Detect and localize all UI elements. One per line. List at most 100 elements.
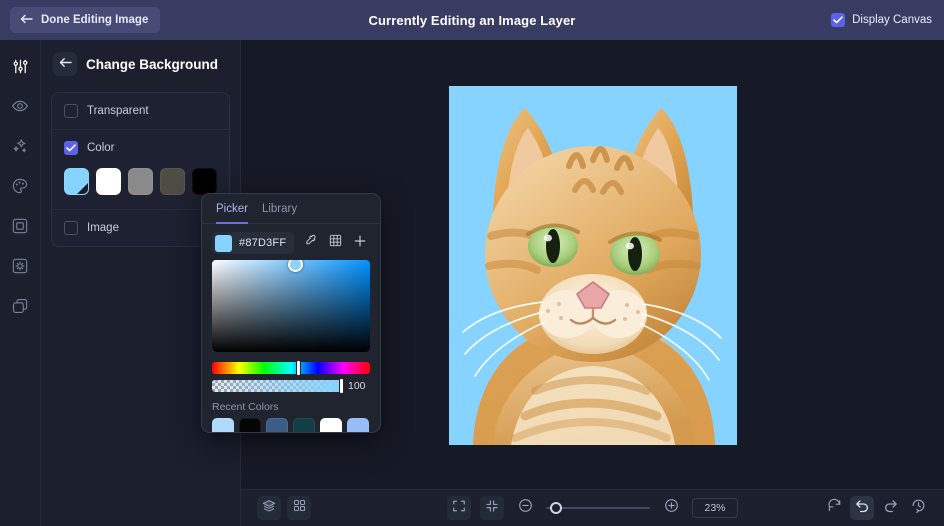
picker-hex-row: #87D3FF: [202, 224, 380, 260]
zoom-level-value[interactable]: 23%: [692, 498, 738, 518]
color-swatch-black[interactable]: [192, 168, 217, 195]
hex-value: #87D3FF: [239, 237, 286, 249]
rail-item-effects-magic[interactable]: [6, 132, 34, 160]
zoom-slider[interactable]: [546, 507, 650, 509]
undo-icon: [855, 498, 870, 518]
hue-slider[interactable]: [212, 362, 370, 374]
rail-item-adjust[interactable]: [6, 52, 34, 80]
current-color-chip: [215, 235, 232, 252]
zoom-out-button[interactable]: [513, 496, 537, 520]
fit-screen-icon: [452, 499, 466, 518]
tool-rail: [0, 40, 41, 526]
app-root: Done Editing Image Currently Editing an …: [0, 0, 944, 526]
palette-icon: [11, 177, 29, 195]
undo-button[interactable]: [850, 496, 874, 520]
history-clock-icon: [911, 498, 926, 518]
layers-stack-icon: [262, 499, 276, 518]
picker-tabs: Picker Library: [202, 194, 380, 224]
arrow-left-icon: [59, 57, 72, 71]
hex-input[interactable]: #87D3FF: [212, 232, 294, 254]
image-checkbox[interactable]: [64, 221, 78, 235]
option-transparent-label: Transparent: [87, 105, 149, 117]
eyedropper-icon: [304, 234, 317, 252]
display-canvas-toggle[interactable]: Display Canvas: [831, 13, 932, 27]
hue-slider-handle[interactable]: [296, 360, 301, 376]
grid-palette-icon: [329, 234, 342, 252]
panel-header: Change Background: [41, 40, 240, 86]
reset-rotate-icon: [827, 498, 842, 518]
grid-panel-button[interactable]: [287, 496, 311, 520]
panel-title: Change Background: [86, 57, 218, 72]
layers-panel-button[interactable]: [257, 496, 281, 520]
recent-color-swatch[interactable]: [293, 418, 315, 433]
option-image-label: Image: [87, 222, 119, 234]
recent-color-swatch[interactable]: [239, 418, 261, 433]
cat-image: [449, 86, 737, 445]
collapse-icon: [485, 499, 499, 518]
bottom-toolbar: 23%: [241, 489, 944, 526]
color-swatch-selected[interactable]: [64, 168, 89, 195]
recent-color-swatch[interactable]: [320, 418, 342, 433]
color-swatch-white[interactable]: [96, 168, 121, 195]
display-canvas-checkbox[interactable]: [831, 13, 845, 27]
alpha-slider[interactable]: [212, 380, 342, 392]
color-swatch-gray[interactable]: [128, 168, 153, 195]
color-checkbox[interactable]: [64, 141, 78, 155]
tab-library[interactable]: Library: [262, 203, 297, 224]
plus-icon: [353, 234, 367, 253]
recent-color-swatch[interactable]: [347, 418, 369, 433]
zoom-in-button[interactable]: [659, 496, 683, 520]
eye-icon: [11, 97, 29, 115]
rail-item-frame[interactable]: [6, 212, 34, 240]
fit-to-screen-button[interactable]: [447, 496, 471, 520]
recent-color-swatch[interactable]: [212, 418, 234, 433]
redo-button[interactable]: [878, 496, 902, 520]
add-color-button[interactable]: [350, 233, 370, 253]
color-picker-popover[interactable]: Picker Library #87D3FF: [201, 193, 381, 433]
artboard[interactable]: [449, 86, 737, 445]
swatch-grid-button[interactable]: [325, 233, 345, 253]
arrow-left-icon: [20, 14, 33, 26]
picker-tools: [300, 233, 370, 253]
bottom-left-tools: [257, 496, 311, 520]
blur-flower-icon: [11, 257, 29, 275]
panel-back-button[interactable]: [53, 52, 77, 76]
alpha-slider-handle[interactable]: [339, 378, 344, 394]
recent-colors-label: Recent Colors: [212, 401, 380, 413]
reset-button[interactable]: [822, 496, 846, 520]
alpha-value: 100: [348, 380, 370, 392]
recent-colors-row: [202, 418, 380, 433]
sv-black-gradient: [212, 260, 370, 352]
rail-item-color[interactable]: [6, 172, 34, 200]
done-editing-image-label: Done Editing Image: [41, 14, 148, 26]
bottom-right-tools: [822, 496, 930, 520]
adjustments-sliders-icon: [12, 58, 29, 75]
sparkles-icon: [11, 137, 29, 155]
layers-copy-icon: [11, 297, 29, 315]
color-swatch-darkgray[interactable]: [160, 168, 185, 195]
top-bar: Done Editing Image Currently Editing an …: [0, 0, 944, 40]
option-transparent[interactable]: Transparent: [52, 93, 229, 129]
option-color-label: Color: [87, 142, 114, 154]
display-canvas-label: Display Canvas: [852, 14, 932, 26]
transparent-checkbox[interactable]: [64, 104, 78, 118]
grid-squares-icon: [293, 499, 306, 517]
plus-circle-icon: [664, 498, 679, 518]
actual-size-button[interactable]: [480, 496, 504, 520]
eyedropper-button[interactable]: [300, 233, 320, 253]
alpha-row: 100: [212, 380, 370, 392]
frame-icon: [11, 217, 29, 235]
tab-picker[interactable]: Picker: [216, 203, 248, 224]
saturation-value-area[interactable]: [212, 260, 370, 352]
history-button[interactable]: [906, 496, 930, 520]
rail-item-duplicate[interactable]: [6, 292, 34, 320]
alpha-fill: [212, 380, 342, 392]
option-color[interactable]: Color: [52, 130, 229, 166]
rail-item-visibility[interactable]: [6, 92, 34, 120]
recent-color-swatch[interactable]: [266, 418, 288, 433]
zoom-slider-handle[interactable]: [550, 502, 562, 514]
rail-item-filters[interactable]: [6, 252, 34, 280]
done-editing-image-button[interactable]: Done Editing Image: [10, 7, 160, 33]
minus-circle-icon: [518, 498, 533, 518]
swatch-corner-indicator: [77, 183, 88, 194]
